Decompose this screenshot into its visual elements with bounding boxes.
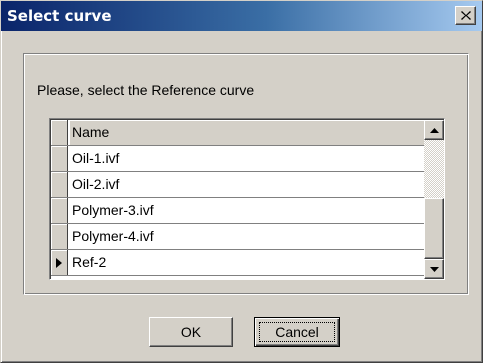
ok-button-label: OK xyxy=(180,324,202,340)
cancel-button[interactable]: Cancel xyxy=(254,317,340,347)
select-curve-dialog: Select curve Please, select the Referenc… xyxy=(0,0,483,363)
row-pointer-icon xyxy=(56,257,62,268)
reference-group: Please, select the Reference curve Name … xyxy=(23,53,469,295)
table-row[interactable]: Polymer-3.ivf xyxy=(51,198,424,224)
scroll-thumb[interactable] xyxy=(424,198,444,259)
title-bar[interactable]: Select curve xyxy=(1,1,482,31)
scroll-down-button[interactable] xyxy=(424,259,444,279)
vertical-scrollbar[interactable] xyxy=(424,120,444,279)
arrow-down-icon xyxy=(429,266,439,272)
table-row[interactable]: Oil-1.ivf xyxy=(51,146,424,172)
prompt-label: Please, select the Reference curve xyxy=(37,82,255,98)
column-header-name[interactable]: Name xyxy=(69,120,424,145)
curve-grid[interactable]: Name Oil-1.ivf Oil-2.ivf Polymer-3.ivf P xyxy=(49,118,445,280)
table-row[interactable]: Ref-2 xyxy=(51,250,424,276)
close-button[interactable] xyxy=(455,6,476,25)
row-indicator[interactable] xyxy=(51,198,68,223)
close-icon xyxy=(460,11,471,20)
row-name-cell[interactable]: Oil-1.ivf xyxy=(69,146,424,171)
row-name-cell[interactable]: Oil-2.ivf xyxy=(69,172,424,197)
row-indicator-current[interactable] xyxy=(51,250,68,275)
window-title: Select curve xyxy=(7,7,112,25)
row-name-cell[interactable]: Polymer-3.ivf xyxy=(69,198,424,223)
header-indicator xyxy=(51,120,68,145)
row-name-cell[interactable]: Polymer-4.ivf xyxy=(69,224,424,249)
table-row[interactable]: Oil-2.ivf xyxy=(51,172,424,198)
row-indicator[interactable] xyxy=(51,146,68,171)
grid-header: Name xyxy=(51,120,424,146)
grid-rows: Name Oil-1.ivf Oil-2.ivf Polymer-3.ivf P xyxy=(51,120,424,279)
cancel-button-label: Cancel xyxy=(275,324,319,340)
scroll-up-button[interactable] xyxy=(424,120,444,140)
ok-button[interactable]: OK xyxy=(149,317,233,347)
table-row[interactable]: Polymer-4.ivf xyxy=(51,224,424,250)
arrow-up-icon xyxy=(429,127,439,133)
row-indicator[interactable] xyxy=(51,172,68,197)
row-name-cell[interactable]: Ref-2 xyxy=(69,250,424,275)
row-indicator[interactable] xyxy=(51,224,68,249)
